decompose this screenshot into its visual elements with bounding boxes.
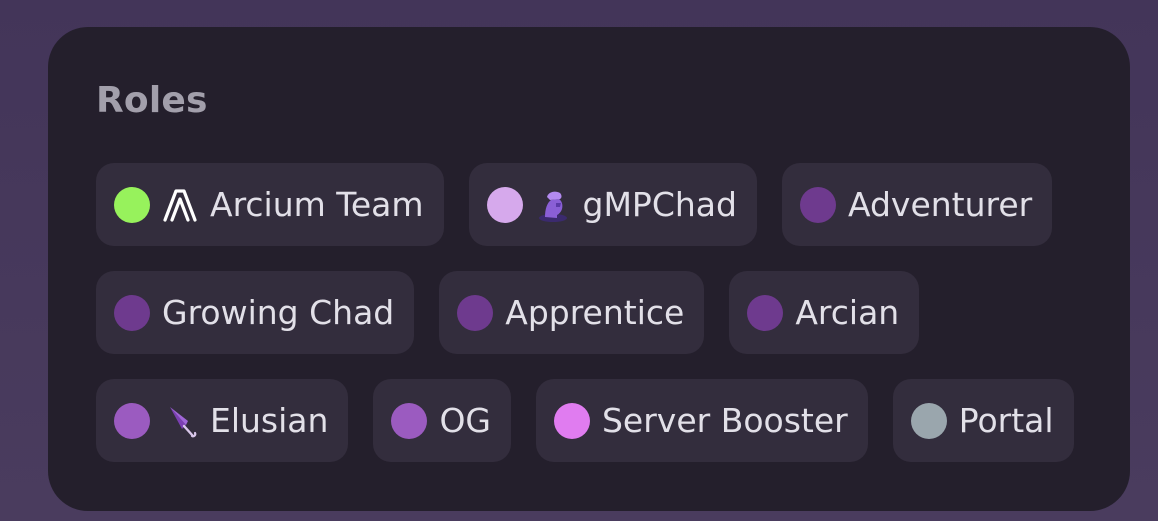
role-label: Arcium Team (210, 184, 424, 224)
role-label: Adventurer (847, 184, 1033, 224)
roles-heading: Roles (96, 80, 208, 121)
role-chip-portal[interactable]: Portal (892, 379, 1074, 462)
role-chip-elusian[interactable]: Elusian (96, 379, 349, 462)
role-chip-adventurer[interactable]: Adventurer (781, 163, 1053, 246)
role-chip-arcian[interactable]: Arcian (729, 271, 920, 354)
roles-row: Arcium Team gMPChad Adventurer (96, 163, 1130, 246)
role-chip-gmpchad[interactable]: gMPChad (468, 163, 757, 246)
chad-avatar-icon (535, 187, 571, 223)
role-color-dot (747, 294, 784, 331)
role-chip-arcium-team[interactable]: Arcium Team (96, 163, 444, 246)
role-color-dot (799, 186, 836, 223)
role-color-dot (457, 294, 494, 331)
role-color-dot (910, 402, 947, 439)
roles-row: Growing Chad Apprentice Arcian (96, 271, 1130, 354)
role-chip-og[interactable]: OG (373, 379, 511, 462)
roles-row: Elusian OG Server Booster Portal (96, 379, 1130, 462)
role-label: OG (439, 400, 491, 440)
role-color-dot (553, 402, 590, 439)
role-label: Server Booster (601, 400, 848, 440)
roles-card: Roles Arcium Team gMPChad Adventurer Gro… (48, 27, 1130, 511)
role-label: Growing Chad (162, 292, 395, 332)
roles-list: Arcium Team gMPChad Adventurer Growing C… (96, 163, 1130, 462)
role-chip-server-booster[interactable]: Server Booster (535, 379, 868, 462)
role-label: gMPChad (582, 184, 737, 224)
role-chip-growing-chad[interactable]: Growing Chad (96, 271, 415, 354)
role-label: Elusian (210, 400, 329, 440)
role-chip-apprentice[interactable]: Apprentice (439, 271, 705, 354)
arcium-logo-icon (162, 187, 198, 223)
role-color-dot (114, 402, 150, 439)
role-color-dot (114, 294, 150, 331)
umbrella-icon (162, 403, 198, 439)
role-color-dot (391, 402, 428, 439)
role-label: Portal (958, 400, 1054, 440)
role-color-dot (114, 186, 150, 223)
role-label: Arcian (795, 292, 900, 332)
role-color-dot (486, 186, 523, 223)
role-label: Apprentice (505, 292, 685, 332)
